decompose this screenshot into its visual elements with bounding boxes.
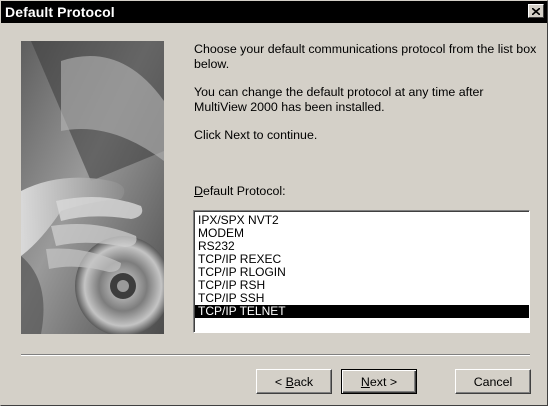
protocol-listbox[interactable]: IPX/SPX NVT2 MODEM RS232 TCP/IP REXEC TC… [193, 210, 530, 333]
dialog-window: Default Protocol Choose your default com… [0, 0, 548, 406]
setup-artwork [21, 41, 164, 334]
close-icon [532, 7, 540, 15]
list-item-selected[interactable]: TCP/IP TELNET [195, 305, 529, 318]
list-item[interactable]: IPX/SPX NVT2 [195, 214, 529, 227]
title-bar[interactable]: Default Protocol [1, 1, 547, 23]
continue-note-text: Click Next to continue. [194, 128, 318, 142]
protocol-list-label: Default Protocol: [194, 184, 286, 199]
compact-disc-hand-image [21, 41, 164, 334]
intro-text: Choose your default communications proto… [194, 42, 537, 71]
back-button-label: < Back [274, 374, 314, 389]
back-button[interactable]: < Back [256, 369, 332, 394]
cancel-button[interactable]: Cancel [455, 369, 531, 394]
next-button-label: Next > [360, 374, 398, 389]
window-title: Default Protocol [5, 4, 115, 20]
next-button[interactable]: Next > [341, 369, 417, 394]
change-note-text: You can change the default protocol at a… [194, 85, 484, 114]
label-rest: efault Protocol: [202, 184, 286, 198]
button-separator [21, 354, 530, 356]
label-accelerator: D [194, 184, 203, 198]
close-button[interactable] [528, 4, 544, 18]
protocol-items: IPX/SPX NVT2 MODEM RS232 TCP/IP REXEC TC… [195, 212, 529, 318]
listbox-frame: IPX/SPX NVT2 MODEM RS232 TCP/IP REXEC TC… [194, 211, 529, 332]
list-item[interactable]: MODEM [195, 227, 529, 240]
